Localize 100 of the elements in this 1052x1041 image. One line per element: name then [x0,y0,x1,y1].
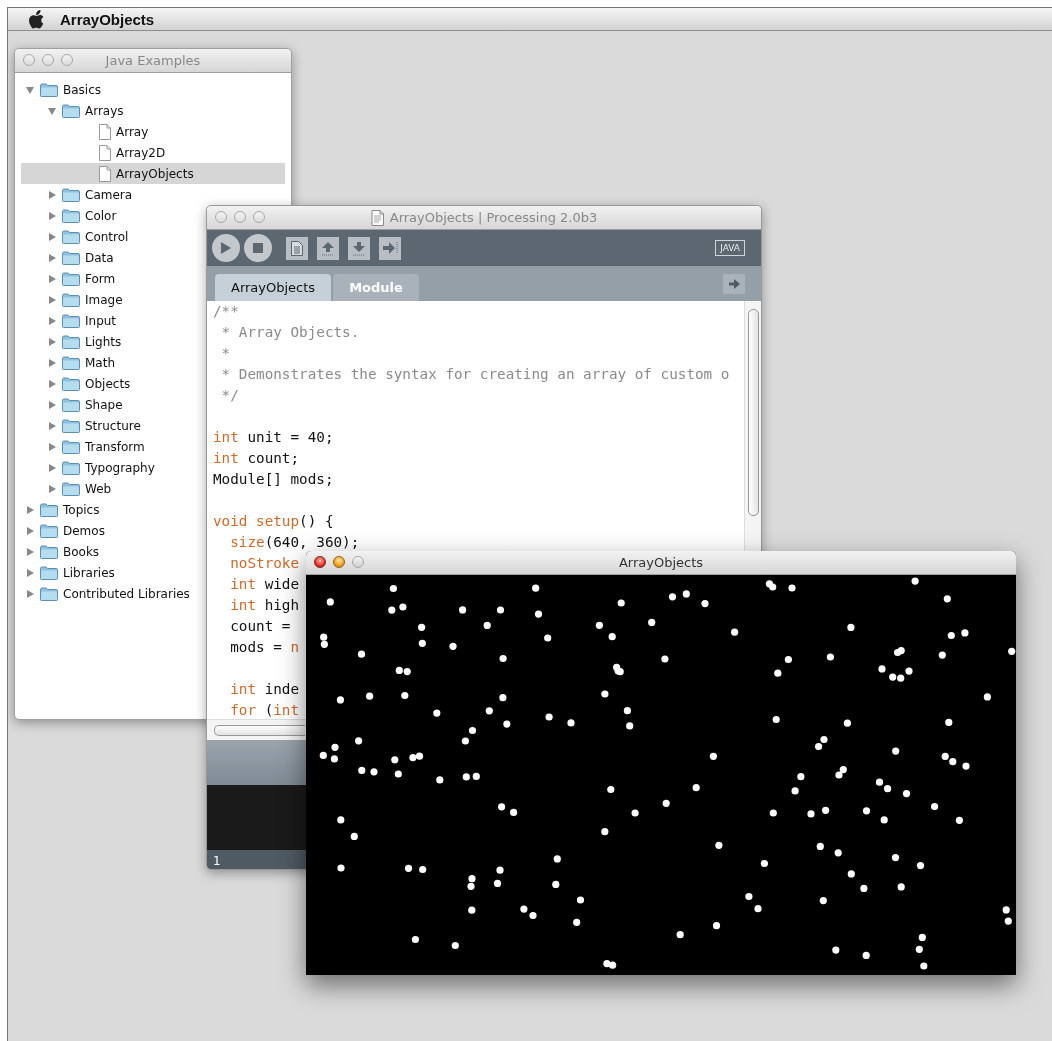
tree-row[interactable]: Data [21,247,118,268]
open-button[interactable] [317,236,339,260]
item-label: ArrayObjects [116,166,194,181]
tree-row[interactable]: Objects [21,373,135,394]
folder-icon [62,271,80,286]
tree-row[interactable]: Array [21,121,153,142]
minimize-button[interactable] [333,556,345,568]
tree-row[interactable]: Lights [21,331,126,352]
item-label: Objects [85,376,131,391]
up-arrow-icon [321,240,335,256]
folder-icon [40,523,58,538]
minimize-button[interactable] [234,211,246,223]
mode-button[interactable]: JAVA [715,240,745,256]
new-button[interactable] [286,236,308,260]
folder-icon [62,313,80,328]
tree-row[interactable]: Shape [21,394,127,415]
zoom-button[interactable] [61,54,73,66]
zoom-button[interactable] [253,211,265,223]
stop-button[interactable] [244,234,272,262]
folder-icon [62,376,80,391]
item-label: Contributed Libraries [63,586,190,601]
item-label: Transform [85,439,145,454]
disclosure-triangle-icon[interactable] [25,504,35,515]
item-label: Color [85,208,117,223]
document-icon [370,209,384,226]
disclosure-triangle-icon[interactable] [47,441,57,452]
item-label: Demos [63,523,105,538]
editor-tab[interactable]: ArrayObjects [215,274,332,301]
tree-row[interactable]: Demos [21,520,109,541]
disclosure-triangle-icon[interactable] [47,105,57,116]
disclosure-triangle-icon[interactable] [25,84,35,95]
tree-row[interactable]: Camera [21,184,137,205]
tree-row[interactable]: Books [21,541,104,562]
disclosure-triangle-icon[interactable] [25,567,35,578]
tree-row[interactable]: Image [21,289,127,310]
tree-row[interactable]: Libraries [21,562,119,583]
zoom-button[interactable] [352,556,364,568]
code-line: mods = n [229,638,300,657]
tree-row[interactable]: Color [21,205,121,226]
disclosure-triangle-icon[interactable] [47,462,57,473]
tree-row[interactable]: Array2D [21,142,170,163]
item-label: Form [85,271,116,286]
item-label: Web [85,481,112,496]
item-label: Libraries [63,565,115,580]
page-icon [291,240,303,256]
folder-icon [62,103,80,118]
tree-row[interactable]: Input [21,310,121,331]
tree-row[interactable]: Topics [21,499,104,520]
file-icon [99,123,111,140]
disclosure-triangle-icon[interactable] [47,189,57,200]
disclosure-triangle-icon[interactable] [47,420,57,431]
disclosure-triangle-icon[interactable] [47,357,57,368]
tree-row[interactable]: Math [21,352,120,373]
folder-icon [62,334,80,349]
disclosure-triangle-icon[interactable] [47,252,57,263]
disclosure-triangle-icon[interactable] [47,315,57,326]
disclosure-triangle-icon[interactable] [47,336,57,347]
disclosure-triangle-icon[interactable] [47,483,57,494]
tree-row[interactable]: Contributed Libraries [21,583,194,604]
tree-row[interactable]: Arrays [21,100,128,121]
code-line: /** [213,302,239,321]
apple-icon[interactable] [29,9,46,29]
folder-icon [62,250,80,265]
disclosure-triangle-icon[interactable] [47,273,57,284]
tree-row[interactable]: Form [21,268,120,289]
minimize-button[interactable] [42,54,54,66]
item-label: Input [85,313,117,328]
folder-icon [62,355,80,370]
code-line: * [220,344,231,363]
item-label: Array [116,124,149,139]
tree-row[interactable]: Transform [21,436,149,457]
scroll-thumb[interactable] [214,724,305,736]
tree-row[interactable]: Basics [21,79,106,100]
code-line: * Array Objects. [220,323,360,342]
disclosure-triangle-icon[interactable] [25,525,35,536]
disclosure-triangle-icon[interactable] [25,588,35,599]
folder-icon [62,418,80,433]
close-button[interactable] [314,556,326,568]
run-button[interactable] [212,234,240,262]
tree-row[interactable]: Control [21,226,133,247]
disclosure-triangle-icon[interactable] [47,378,57,389]
tree-row[interactable]: ArrayObjects [21,163,285,184]
tree-row[interactable]: Web [21,478,116,499]
disclosure-triangle-icon[interactable] [47,231,57,242]
save-button[interactable] [348,236,370,260]
folder-icon [40,586,58,601]
app-menu[interactable]: ArrayObjects [60,10,155,28]
disclosure-triangle-icon[interactable] [47,399,57,410]
tree-row[interactable]: Structure [21,415,145,436]
item-label: Math [85,355,116,370]
code-line: int inde [229,680,300,699]
scroll-thumb[interactable] [747,309,759,516]
folder-icon [62,460,80,475]
disclosure-triangle-icon[interactable] [25,546,35,557]
export-button[interactable] [379,236,401,260]
disclosure-triangle-icon[interactable] [47,294,57,305]
disclosure-triangle-icon[interactable] [47,210,57,221]
code-line: int high [229,596,300,615]
tab-menu-button[interactable] [723,273,745,294]
tree-row[interactable]: Typography [21,457,159,478]
